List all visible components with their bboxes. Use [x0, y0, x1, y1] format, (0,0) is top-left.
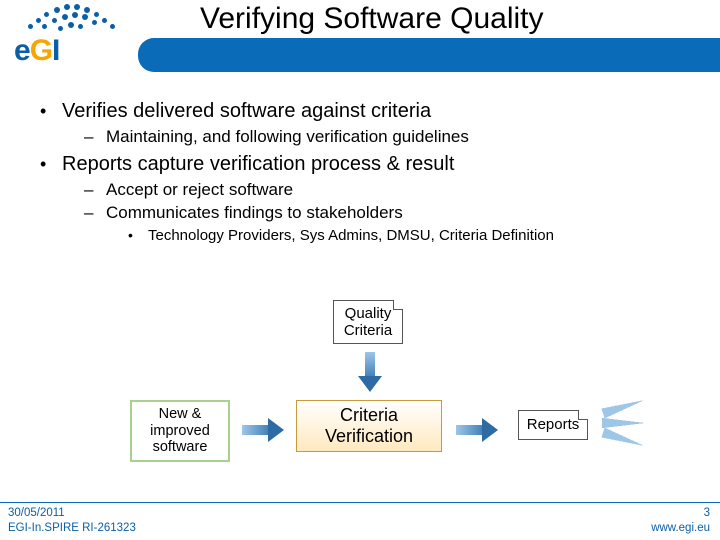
- arrow-burst-icon: [602, 402, 662, 452]
- arrow-down-icon: [360, 352, 380, 392]
- bullet-l1: Reports capture verification process & r…: [40, 153, 690, 176]
- bullet-l2: Maintaining, and following verification …: [84, 127, 690, 147]
- slide-footer: 30/05/2011 EGI-In.SPIRE RI-261323 3 www.…: [0, 502, 720, 540]
- footer-url: www.egi.eu: [651, 521, 710, 536]
- flow-diagram: Quality Criteria New & improved software…: [0, 300, 720, 490]
- logo-text: eGI: [14, 34, 59, 68]
- slide-header: eGI Verifying Software Quality: [0, 0, 720, 72]
- logo-dots-icon: [28, 2, 118, 34]
- footer-date: 30/05/2011: [8, 506, 136, 521]
- node-label: New & improved software: [150, 406, 210, 456]
- bullet-l2: Communicates findings to stakeholders: [84, 203, 690, 223]
- node-label: Reports: [527, 416, 580, 433]
- bullet-l2: Accept or reject software: [84, 180, 690, 200]
- node-new-software: New & improved software: [130, 400, 230, 462]
- slide-title: Verifying Software Quality: [200, 2, 544, 36]
- node-criteria-verification: Criteria Verification: [296, 400, 442, 452]
- arrow-right-icon: [456, 420, 500, 442]
- node-reports: Reports: [518, 410, 588, 440]
- egi-logo: eGI: [4, 0, 134, 70]
- title-bar: [138, 38, 720, 72]
- document-fold-icon: [393, 300, 403, 310]
- node-quality-criteria: Quality Criteria: [333, 300, 403, 344]
- arrow-right-icon: [242, 420, 286, 442]
- bullet-l3: Technology Providers, Sys Admins, DMSU, …: [128, 227, 690, 244]
- document-fold-icon: [578, 410, 588, 420]
- footer-project: EGI-In.SPIRE RI-261323: [8, 521, 136, 536]
- bullet-l1: Verifies delivered software against crit…: [40, 100, 690, 123]
- slide-content: Verifies delivered software against crit…: [40, 100, 690, 250]
- footer-page-number: 3: [651, 506, 710, 521]
- node-label: Criteria Verification: [325, 405, 413, 446]
- node-label: Quality Criteria: [344, 305, 392, 340]
